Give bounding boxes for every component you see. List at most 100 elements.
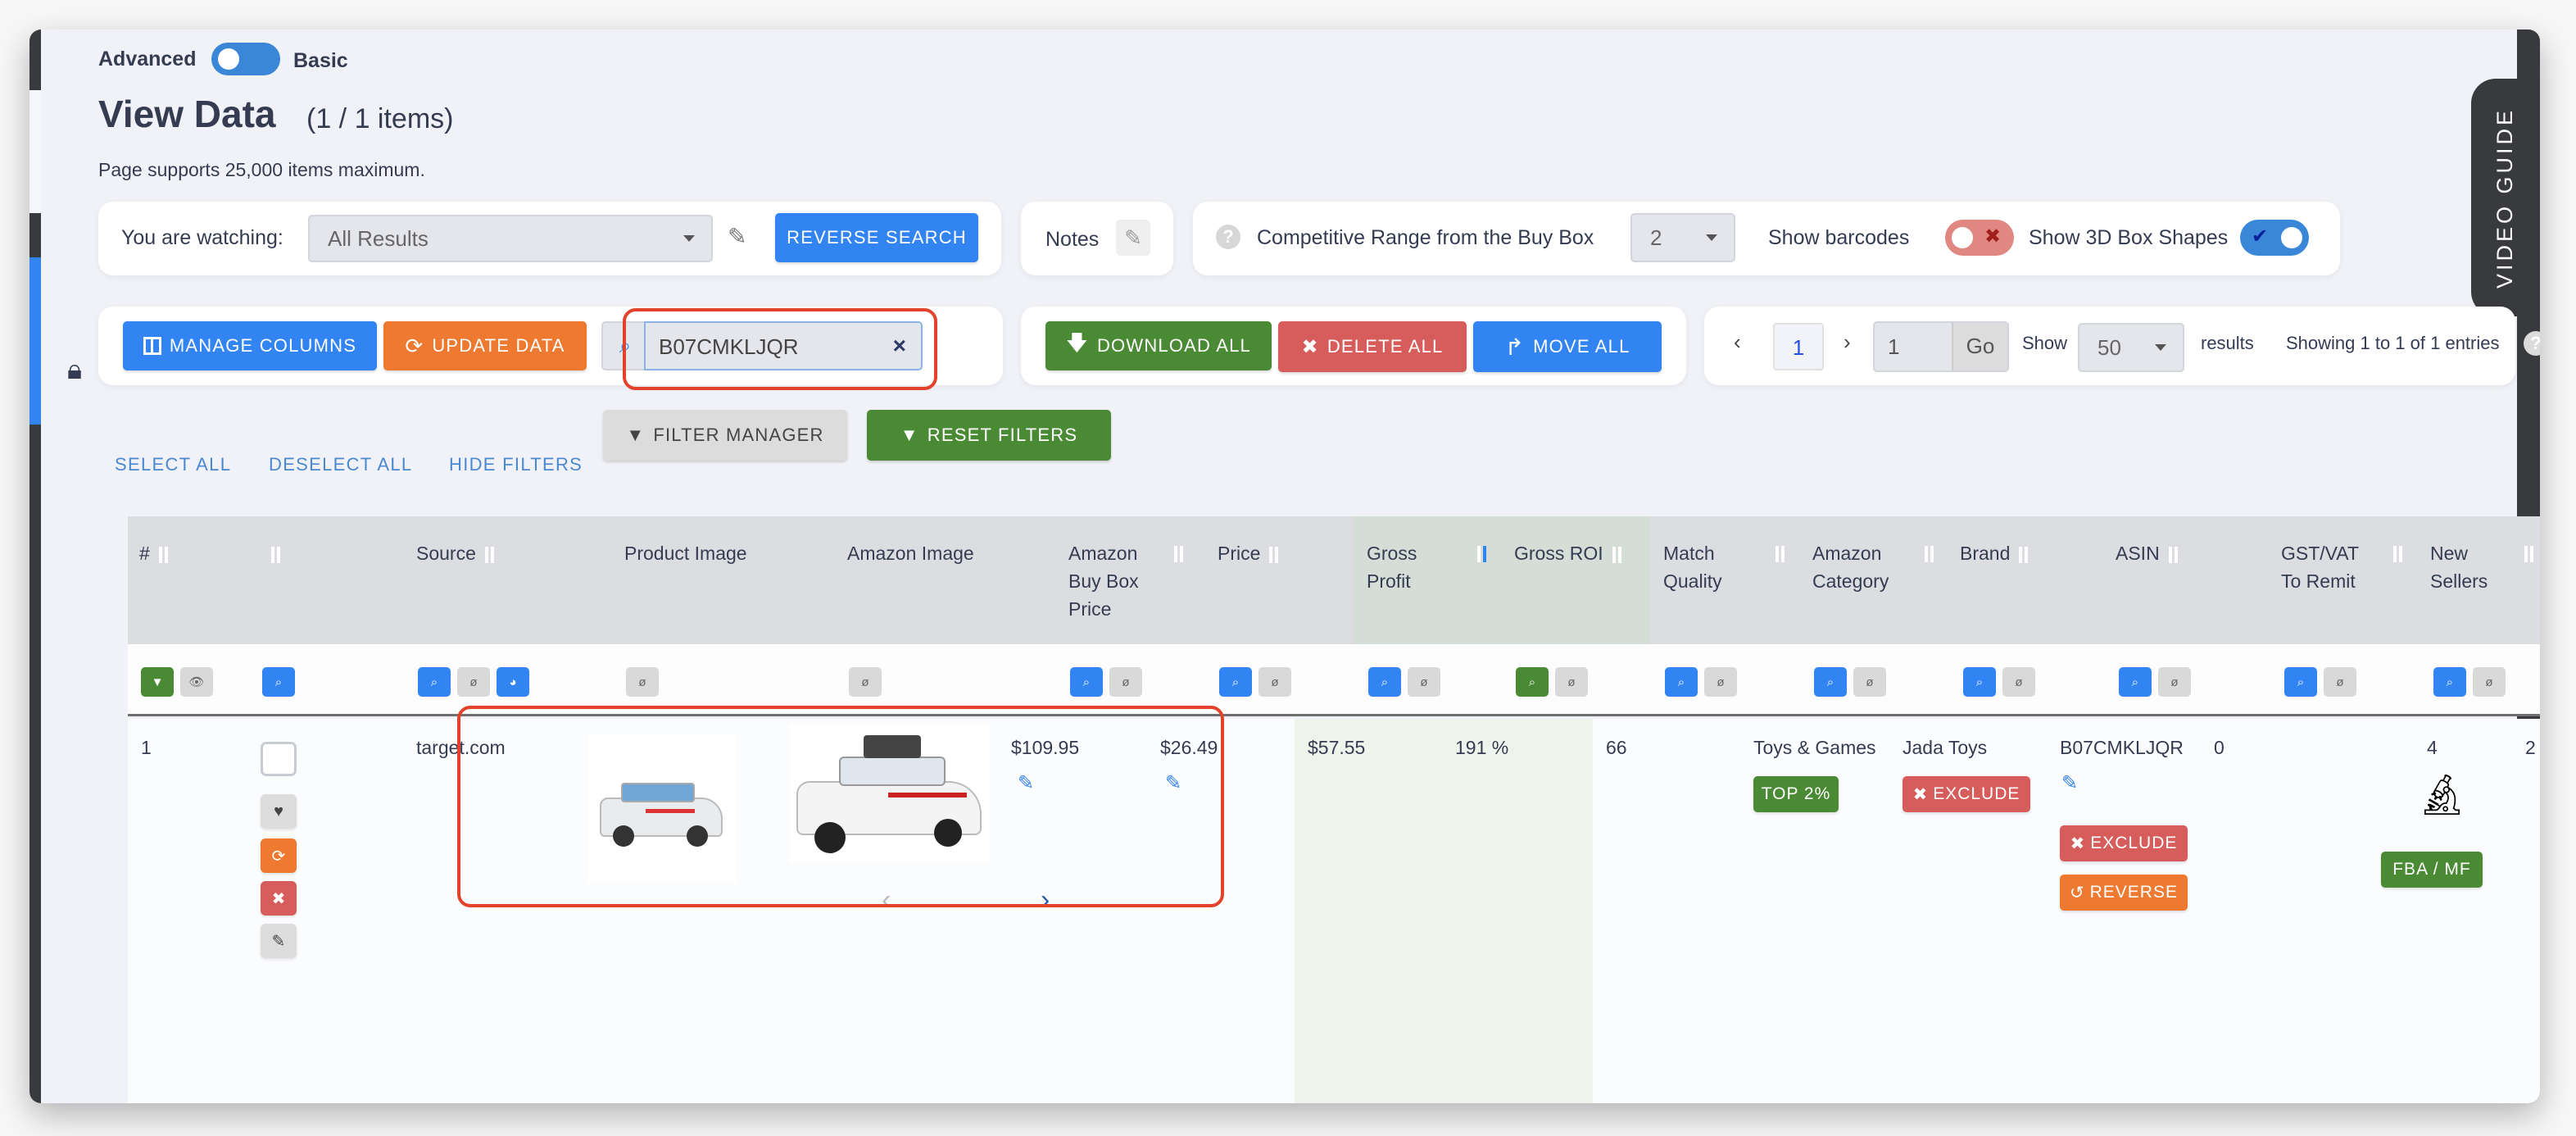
favorite-heart-button[interactable]: ♥ bbox=[261, 794, 297, 829]
filter-icon: ▼ bbox=[900, 425, 919, 445]
col-header-select[interactable] bbox=[262, 539, 285, 567]
search-icon[interactable]: ⌕ bbox=[1814, 667, 1847, 697]
sort-icon[interactable] bbox=[1170, 544, 1188, 564]
eye-slash-icon[interactable]: ø bbox=[1555, 667, 1588, 697]
globe-icon[interactable]: ◕ bbox=[497, 667, 529, 697]
search-icon[interactable]: ⌕ bbox=[2284, 667, 2317, 697]
microscope-icon[interactable]: 🔬︎ bbox=[2417, 771, 2467, 818]
eye-slash-icon[interactable]: ø bbox=[1853, 667, 1886, 697]
sort-desc-icon[interactable] bbox=[1473, 544, 1491, 564]
delete-row-button[interactable]: ✖ bbox=[261, 881, 297, 916]
search-icon[interactable]: ⌕ bbox=[1070, 667, 1103, 697]
eye-slash-icon[interactable]: ø bbox=[1408, 667, 1440, 697]
col-header-source[interactable]: Source bbox=[416, 539, 499, 567]
refresh-row-button[interactable]: ⟳ bbox=[261, 838, 297, 873]
manage-columns-button[interactable]: MANAGE COLUMNS bbox=[123, 321, 377, 370]
sort-icon[interactable] bbox=[2165, 545, 2183, 565]
sort-icon[interactable] bbox=[267, 545, 285, 565]
watching-select[interactable]: All Results bbox=[308, 215, 713, 262]
sidebar-active-segment[interactable] bbox=[29, 257, 41, 425]
eye-slash-icon[interactable]: ø bbox=[2473, 667, 2506, 697]
reset-filters-button[interactable]: ▼ RESET FILTERS bbox=[867, 410, 1111, 461]
notes-edit-icon[interactable]: ✎ bbox=[1116, 220, 1150, 256]
sort-icon[interactable] bbox=[481, 545, 499, 565]
new-sellers-cell: 4 bbox=[2427, 737, 2438, 758]
help-icon[interactable]: ? bbox=[1216, 225, 1240, 249]
reverse-search-button[interactable]: REVERSE SEARCH bbox=[775, 213, 978, 262]
current-page[interactable]: 1 bbox=[1773, 323, 1824, 370]
sort-icon[interactable] bbox=[2520, 544, 2538, 564]
sort-icon[interactable] bbox=[2015, 545, 2033, 565]
update-data-button[interactable]: ⟳ UPDATE DATA bbox=[383, 321, 587, 370]
download-all-button[interactable]: 🡇 DOWNLOAD ALL bbox=[1045, 321, 1272, 370]
fba-mf-badge[interactable]: FBA / MF bbox=[2381, 852, 2483, 888]
eye-slash-icon[interactable]: ø bbox=[1704, 667, 1737, 697]
edit-pencil-icon[interactable]: ✎ bbox=[728, 223, 746, 250]
eye-slash-icon[interactable]: ø bbox=[2002, 667, 2035, 697]
eye-slash-icon[interactable]: ø bbox=[2158, 667, 2191, 697]
eye-slash-icon[interactable]: ø bbox=[2324, 667, 2356, 697]
search-icon[interactable]: ⌕ bbox=[1665, 667, 1698, 697]
col-header-brand[interactable]: Brand bbox=[1960, 539, 2033, 567]
sort-icon[interactable] bbox=[1608, 545, 1626, 565]
sort-icon[interactable] bbox=[155, 545, 173, 565]
col-header-match-quality[interactable]: Match Quality bbox=[1663, 539, 1737, 595]
move-all-button[interactable]: ↱ MOVE ALL bbox=[1473, 321, 1662, 372]
search-icon[interactable]: ⌕ bbox=[2119, 667, 2152, 697]
select-all-link[interactable]: SELECT ALL bbox=[115, 454, 231, 475]
sort-icon[interactable] bbox=[1771, 544, 1789, 564]
next-page-icon[interactable]: › bbox=[1844, 329, 1851, 355]
search-icon[interactable]: ⌕ bbox=[262, 667, 295, 697]
prev-page-icon[interactable]: ‹ bbox=[1734, 329, 1741, 355]
eye-icon[interactable]: 👁︎ bbox=[180, 667, 213, 697]
col-header-gst-vat[interactable]: GST/VAT To Remit bbox=[2281, 539, 2371, 595]
col-header-gross-profit[interactable]: Gross Profit bbox=[1367, 539, 1432, 595]
sort-icon[interactable] bbox=[1265, 545, 1283, 565]
sidebar-segment[interactable] bbox=[29, 90, 41, 213]
show-barcodes-toggle[interactable]: ✖ bbox=[1945, 220, 2014, 256]
exclude-asin-button[interactable]: ✖ EXCLUDE bbox=[2060, 825, 2188, 861]
advanced-basic-toggle[interactable] bbox=[211, 43, 280, 75]
filter-manager-button[interactable]: ▼ FILTER MANAGER bbox=[603, 410, 847, 461]
sort-icon[interactable] bbox=[1921, 544, 1939, 564]
col-header-price[interactable]: Price bbox=[1218, 539, 1283, 567]
col-header-gross-roi[interactable]: Gross ROI bbox=[1514, 539, 1626, 567]
active-search-icon[interactable]: ⌕ bbox=[1516, 667, 1549, 697]
col-header-buy-box-price[interactable]: Amazon Buy Box Price bbox=[1068, 539, 1159, 623]
reverse-asin-button[interactable]: ↺ REVERSE bbox=[2060, 875, 2188, 911]
edit-asin-icon[interactable]: ✎ bbox=[2061, 771, 2078, 795]
eye-slash-icon[interactable]: ø bbox=[1109, 667, 1142, 697]
asin-cell[interactable]: B07CMKLJQR bbox=[2060, 737, 2184, 759]
eye-slash-icon[interactable]: ø bbox=[1259, 667, 1291, 697]
hide-filters-link[interactable]: HIDE FILTERS bbox=[449, 454, 583, 475]
search-icon[interactable]: ⌕ bbox=[1368, 667, 1401, 697]
video-guide-tab[interactable]: VIDEO GUIDE bbox=[2471, 79, 2540, 316]
lock-icon[interactable]: 🔒︎ bbox=[67, 354, 82, 386]
search-icon[interactable]: ⌕ bbox=[418, 667, 451, 697]
col-header-index[interactable]: # bbox=[139, 539, 173, 567]
competitive-range-select[interactable]: 2 bbox=[1630, 213, 1735, 262]
exclude-brand-button[interactable]: ✖ EXCLUDE bbox=[1903, 776, 2030, 812]
col-header-amazon-category[interactable]: Amazon Category bbox=[1812, 539, 1903, 595]
search-icon[interactable]: ⌕ bbox=[2433, 667, 2466, 697]
col-header-asin[interactable]: ASIN bbox=[2116, 539, 2183, 567]
search-icon[interactable]: ⌕ bbox=[1219, 667, 1252, 697]
next-column-cell: 2 bbox=[2525, 737, 2536, 758]
active-filter-button[interactable]: ▼ bbox=[141, 667, 174, 697]
delete-all-button[interactable]: ✖ DELETE ALL bbox=[1278, 321, 1467, 372]
search-icon[interactable]: ⌕ bbox=[1963, 667, 1996, 697]
goto-page-field[interactable]: 1 Go bbox=[1873, 321, 2009, 372]
sort-icon[interactable] bbox=[2389, 544, 2407, 564]
eye-slash-icon[interactable]: ø bbox=[457, 667, 490, 697]
entries-summary: Showing 1 to 1 of 1 entries bbox=[2286, 333, 2500, 353]
col-header-new-sellers[interactable]: New Sellers bbox=[2430, 539, 2504, 595]
eye-slash-icon[interactable]: ø bbox=[849, 667, 882, 697]
edit-row-button[interactable]: ✎ bbox=[261, 924, 297, 958]
show-3d-toggle[interactable]: ✔ bbox=[2240, 220, 2309, 256]
page-size-select[interactable]: 50 bbox=[2078, 323, 2184, 372]
deselect-all-link[interactable]: DESELECT ALL bbox=[269, 454, 412, 475]
row-checkbox[interactable] bbox=[261, 742, 297, 776]
go-button[interactable]: Go bbox=[1952, 323, 2007, 370]
notes-panel[interactable]: Notes ✎ bbox=[1021, 202, 1173, 275]
eye-slash-icon[interactable]: ø bbox=[626, 667, 659, 697]
